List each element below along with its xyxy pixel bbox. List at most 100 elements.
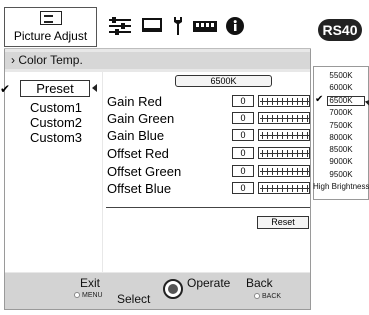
slider-tick bbox=[297, 98, 298, 105]
slider-tick bbox=[292, 98, 293, 105]
color-temp-selector[interactable]: 6500K bbox=[175, 75, 272, 87]
back-key-label: BACK bbox=[262, 293, 282, 300]
dropdown-option[interactable]: High Brightness bbox=[313, 182, 369, 191]
slider-tick bbox=[302, 98, 303, 105]
slider-tick bbox=[307, 150, 308, 157]
gain-green-label: Gain Green bbox=[107, 111, 175, 126]
slider-tick bbox=[282, 115, 283, 122]
slider-tick bbox=[277, 98, 278, 105]
slider-tick bbox=[287, 168, 288, 175]
gain-red-slider[interactable] bbox=[258, 95, 310, 107]
network-icon[interactable] bbox=[192, 15, 218, 37]
gain-blue-slider[interactable] bbox=[258, 129, 310, 141]
dropdown-option-selected[interactable]: 6500K bbox=[313, 96, 369, 105]
slider-tick bbox=[272, 150, 273, 157]
slider-tick bbox=[287, 98, 288, 105]
offset-blue-slider[interactable] bbox=[258, 182, 310, 194]
slider-tick bbox=[272, 185, 273, 192]
slider-tick bbox=[262, 168, 263, 175]
slider-tick bbox=[267, 98, 268, 105]
slider-tick bbox=[277, 150, 278, 157]
slider-tick bbox=[292, 168, 293, 175]
menu-key-label: MENU bbox=[82, 292, 103, 299]
gain-red-value: 0 bbox=[232, 95, 254, 107]
dropdown-option[interactable]: 9500K bbox=[313, 170, 369, 179]
arrow-left-icon bbox=[92, 84, 97, 92]
sliders-icon[interactable] bbox=[108, 15, 132, 37]
slider-tick bbox=[307, 185, 308, 192]
slider-tick bbox=[282, 132, 283, 139]
dropdown-option[interactable]: 8000K bbox=[313, 133, 369, 142]
slider-tick bbox=[272, 132, 273, 139]
slider-tick bbox=[287, 185, 288, 192]
slider-tick bbox=[277, 132, 278, 139]
preset-option[interactable]: Preset bbox=[20, 80, 90, 97]
operate-label: Operate bbox=[187, 276, 231, 290]
select-label: Select bbox=[117, 292, 151, 306]
custom3-option[interactable]: Custom3 bbox=[30, 130, 82, 145]
tab-picture-adjust[interactable]: Picture Adjust bbox=[4, 7, 97, 47]
dropdown-option[interactable]: 8500K bbox=[313, 145, 369, 154]
slider-tick bbox=[282, 168, 283, 175]
checkmark-icon: ✔ bbox=[0, 82, 11, 96]
display-icon[interactable] bbox=[140, 15, 164, 37]
slider-tick bbox=[297, 115, 298, 122]
slider-tick bbox=[287, 115, 288, 122]
back-key-hint: BACK bbox=[254, 293, 281, 300]
slider-tick bbox=[277, 185, 278, 192]
offset-green-slider[interactable] bbox=[258, 165, 310, 177]
slider-tick bbox=[307, 98, 308, 105]
slider-tick bbox=[292, 115, 293, 122]
offset-blue-value: 0 bbox=[232, 182, 254, 194]
custom1-option[interactable]: Custom1 bbox=[30, 100, 82, 115]
slider-tick bbox=[262, 132, 263, 139]
slider-tick bbox=[262, 150, 263, 157]
select-wheel-icon bbox=[163, 279, 183, 299]
slider-tick bbox=[307, 132, 308, 139]
slider-tick bbox=[282, 98, 283, 105]
slider-tick bbox=[297, 168, 298, 175]
slider-tick bbox=[302, 185, 303, 192]
slider-tick bbox=[277, 168, 278, 175]
section-title: › Color Temp. bbox=[5, 52, 310, 69]
exit-label: Exit bbox=[80, 276, 101, 290]
slider-tick bbox=[267, 132, 268, 139]
slider-tick bbox=[307, 115, 308, 122]
gain-green-slider[interactable] bbox=[258, 112, 310, 124]
slider-tick bbox=[287, 132, 288, 139]
dropdown-option[interactable]: 9000K bbox=[313, 157, 369, 166]
slider-tick bbox=[267, 150, 268, 157]
slider-tick bbox=[302, 132, 303, 139]
reset-button[interactable]: Reset bbox=[257, 216, 309, 229]
slider-tick bbox=[297, 132, 298, 139]
dropdown-option[interactable]: 5500K bbox=[313, 71, 369, 80]
slider-tick bbox=[292, 150, 293, 157]
slider-tick bbox=[262, 98, 263, 105]
menu-key-hint: MENU bbox=[74, 292, 103, 299]
slider-tick bbox=[282, 185, 283, 192]
slider-tick bbox=[262, 115, 263, 122]
slider-tick bbox=[302, 115, 303, 122]
wrench-icon[interactable] bbox=[170, 15, 186, 37]
tab-picture-adjust-label: Picture Adjust bbox=[13, 29, 88, 43]
dropdown-option[interactable]: 6000K bbox=[313, 83, 369, 92]
slider-tick bbox=[272, 115, 273, 122]
slider-tick bbox=[302, 150, 303, 157]
gain-blue-label: Gain Blue bbox=[107, 128, 165, 143]
offset-red-slider[interactable] bbox=[258, 147, 310, 159]
slider-tick bbox=[297, 150, 298, 157]
gain-red-label: Gain Red bbox=[107, 94, 162, 109]
back-label: Back bbox=[246, 276, 273, 290]
slider-tick bbox=[292, 132, 293, 139]
gain-green-value: 0 bbox=[232, 112, 254, 124]
slider-tick bbox=[277, 115, 278, 122]
dropdown-option[interactable]: 7500K bbox=[313, 121, 369, 130]
custom2-option[interactable]: Custom2 bbox=[30, 115, 82, 130]
info-icon[interactable] bbox=[224, 15, 246, 37]
dropdown-option[interactable]: 7000K bbox=[313, 108, 369, 117]
slider-tick bbox=[287, 150, 288, 157]
gain-blue-value: 0 bbox=[232, 129, 254, 141]
slider-tick bbox=[302, 168, 303, 175]
offset-green-label: Offset Green bbox=[107, 164, 182, 179]
offset-red-value: 0 bbox=[232, 147, 254, 159]
